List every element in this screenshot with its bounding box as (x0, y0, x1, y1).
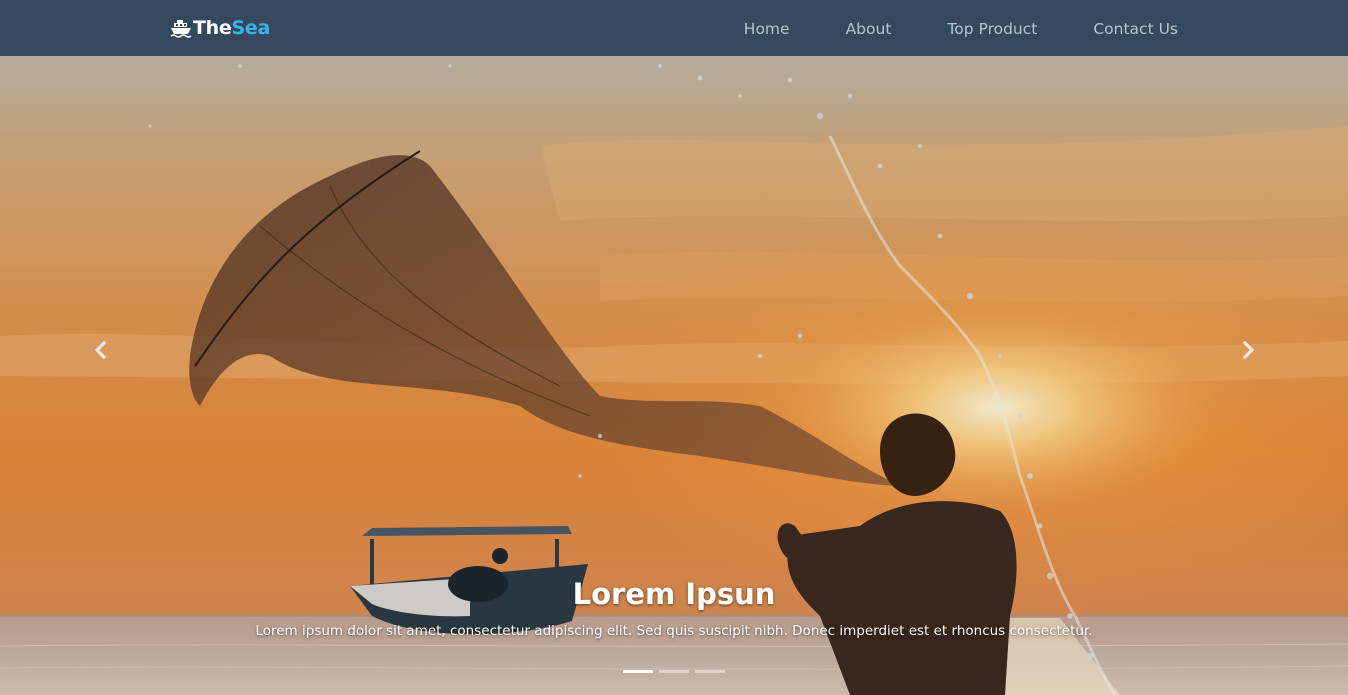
nav-menu: Home About Top Product Contact Us (744, 0, 1178, 56)
brand-name-part-2: Sea (231, 17, 270, 39)
nav-link-about[interactable]: About (846, 20, 892, 38)
nav-item-about: About (846, 19, 892, 38)
nav-link-contact-us[interactable]: Contact Us (1093, 20, 1178, 38)
brand-name: TheSea (193, 17, 270, 39)
caption-text: Lorem ipsum dolor sit amet, consectetur … (255, 623, 1093, 639)
chevron-right-icon (1242, 340, 1255, 360)
carousel-indicator[interactable] (623, 670, 653, 673)
carousel-indicators (0, 670, 1348, 673)
brand-name-part-1: The (193, 17, 232, 39)
brand-logo[interactable]: TheSea (170, 14, 270, 42)
carousel-next-control[interactable] (1236, 338, 1260, 362)
carousel-indicator[interactable] (695, 670, 725, 673)
carousel-prev-control[interactable] (89, 338, 113, 362)
nav-link-home[interactable]: Home (744, 20, 790, 38)
nav-item-top-product: Top Product (947, 19, 1037, 38)
caption-title: Lorem Ipsun (572, 577, 776, 611)
nav-item-contact-us: Contact Us (1093, 19, 1178, 38)
navbar: TheSea Home About Top Product Contact Us (0, 0, 1348, 56)
hero-carousel: Lorem Ipsun Lorem ipsum dolor sit amet, … (0, 56, 1348, 695)
nav-link-top-product[interactable]: Top Product (947, 20, 1037, 38)
carousel-caption: Lorem Ipsun Lorem ipsum dolor sit amet, … (0, 574, 1348, 642)
carousel-indicator[interactable] (659, 670, 689, 673)
nav-item-home: Home (744, 19, 790, 38)
chevron-left-icon (94, 340, 107, 360)
ship-icon (170, 20, 192, 38)
